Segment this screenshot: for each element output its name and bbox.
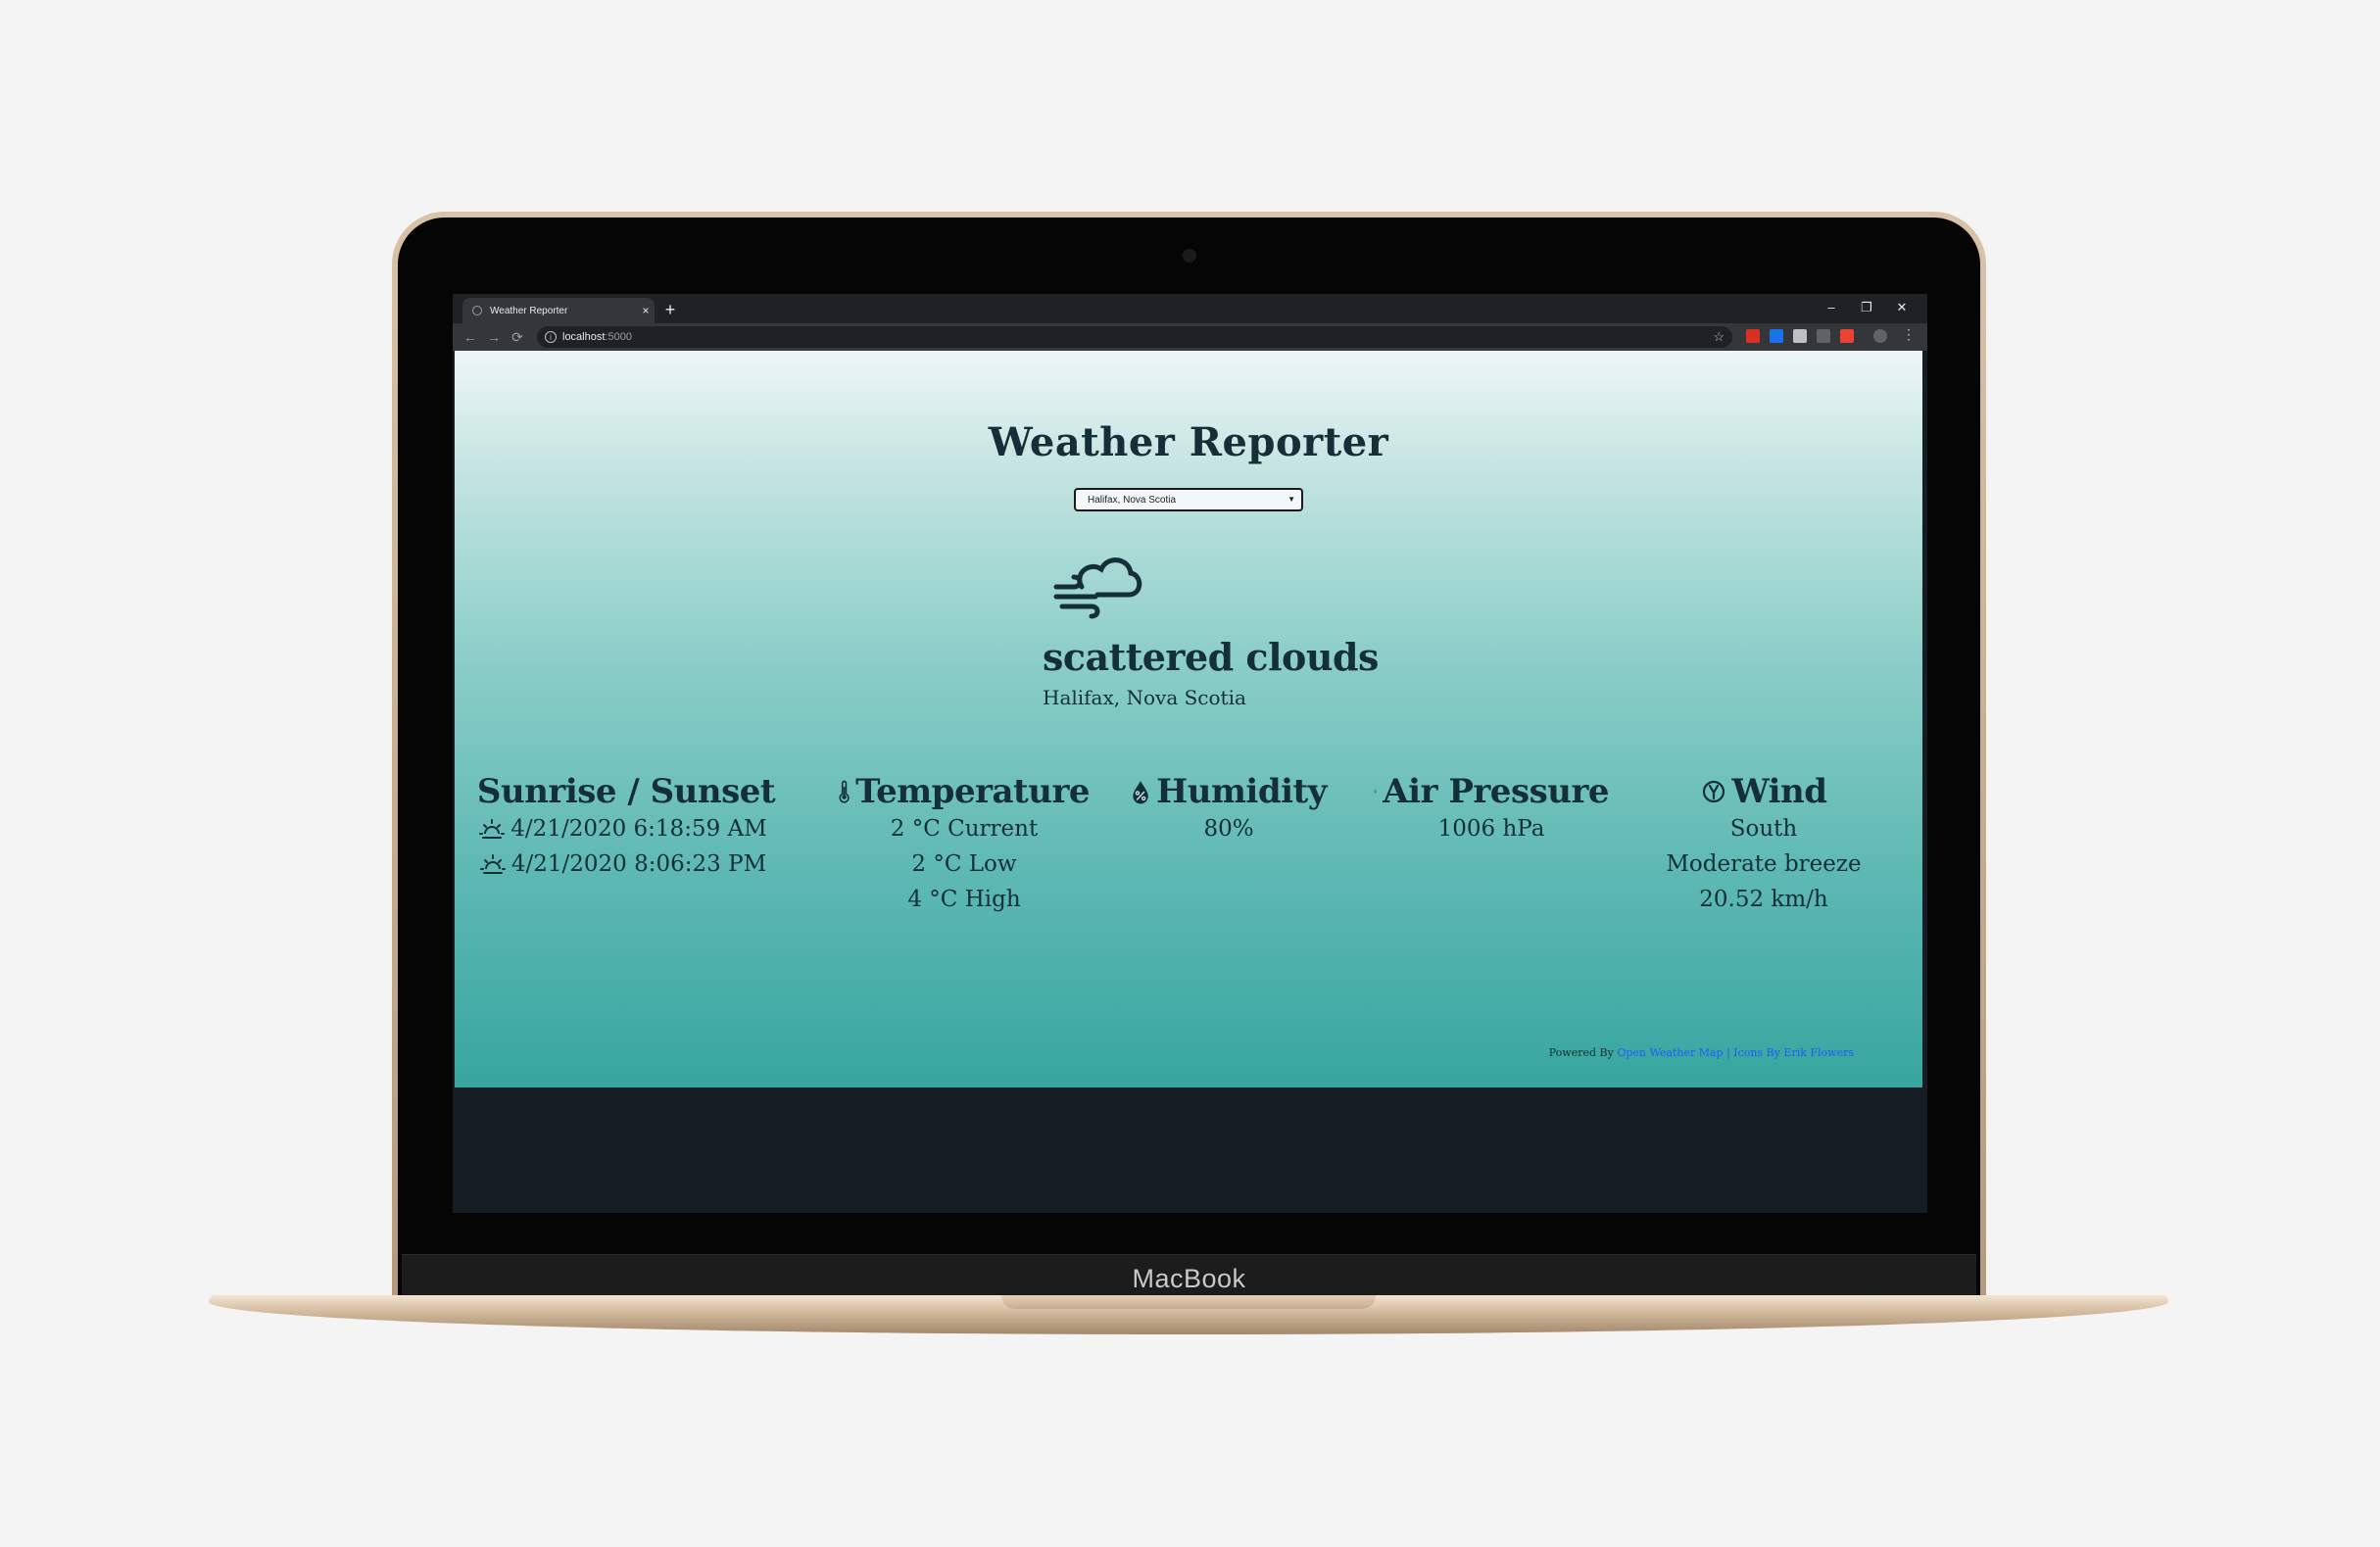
bookmark-star-icon[interactable]: ☆ — [1713, 329, 1724, 345]
minimize-button[interactable]: – — [1814, 298, 1849, 317]
humidity-stat: Humidity 80% — [1131, 772, 1327, 846]
browser-menu-icon[interactable]: ⋮ — [1902, 326, 1916, 343]
temp-high: 4 °C High — [907, 887, 1021, 912]
wind-direction-icon — [1702, 780, 1724, 803]
tab-close-icon[interactable]: × — [637, 304, 655, 317]
url-host: localhost — [562, 331, 606, 343]
chevron-down-icon: ▼ — [1287, 495, 1295, 504]
wind-speed: 20.52 km/h — [1699, 887, 1828, 912]
stat-heading: Humidity — [1131, 772, 1327, 811]
stat-heading: Air Pressure — [1374, 772, 1609, 811]
temp-current: 2 °C Current — [890, 816, 1039, 842]
laptop-notch — [1001, 1295, 1376, 1309]
url-port: :5000 — [605, 331, 632, 343]
new-tab-button[interactable]: + — [658, 298, 682, 321]
city-select[interactable]: Halifax, Nova Scotia ▼ — [1074, 488, 1303, 511]
temperature-stat: Temperature 2 °C Current 2 °C Low 4 °C H… — [839, 772, 1090, 917]
webcam — [1183, 249, 1196, 263]
sunset-time: 4/21/2020 8:06:23 PM — [510, 851, 767, 877]
forward-icon[interactable]: → — [484, 327, 504, 347]
humidity-drop-icon — [1133, 781, 1148, 804]
back-icon[interactable]: ← — [461, 327, 480, 347]
restore-button[interactable]: ❐ — [1849, 298, 1884, 317]
wind-stat: Wind South Moderate breeze 20.52 km/h — [1656, 772, 1871, 917]
open-weather-map-link[interactable]: Open Weather Map — [1617, 1046, 1723, 1059]
weather-page: Weather Reporter Halifax, Nova Scotia ▼ … — [455, 351, 1922, 1088]
screen: Weather Reporter × + – ❐ ✕ ← → ⟳ i local… — [453, 294, 1927, 1213]
temperature-heading: Temperature — [855, 772, 1090, 811]
air-pressure-heading: Air Pressure — [1383, 772, 1609, 811]
sunrise-sunset-stat: Sunrise / Sunset 4/21/2020 6:18:59 AM 4/… — [476, 772, 776, 882]
thermometer-icon — [839, 780, 850, 803]
stat-heading: Temperature — [839, 772, 1090, 811]
footer-separator: | — [1723, 1046, 1734, 1059]
wind-heading: Wind — [1731, 772, 1828, 811]
stat-heading: Wind — [1656, 772, 1871, 811]
info-icon[interactable]: i — [545, 331, 557, 343]
air-pressure-stat: Air Pressure 1006 hPa — [1374, 772, 1609, 846]
barometer-icon — [1374, 790, 1377, 794]
humidity-heading: Humidity — [1156, 772, 1327, 811]
brand-label: MacBook — [1132, 1263, 1246, 1293]
window-controls: – ❐ ✕ — [1814, 298, 1919, 317]
powered-by-label: Powered By — [1548, 1046, 1614, 1059]
wind-description: Moderate breeze — [1666, 851, 1862, 877]
sunrise-icon — [479, 819, 506, 839]
stat-heading: Sunrise / Sunset — [476, 772, 776, 811]
temp-low: 2 °C Low — [911, 851, 1017, 877]
air-pressure-value: 1006 hPa — [1437, 816, 1545, 842]
cloud-wind-icon — [1053, 557, 1142, 619]
icons-credit-link[interactable]: Icons By Erik Flowers — [1733, 1046, 1854, 1059]
sunrise-time: 4/21/2020 6:18:59 AM — [510, 816, 767, 842]
extension-icon[interactable] — [1770, 329, 1783, 343]
footer-credits: Powered By Open Weather Map | Icons By E… — [1549, 1046, 1854, 1059]
address-bar[interactable]: i localhost :5000 ☆ — [537, 326, 1732, 348]
sunrise-sunset-heading: Sunrise / Sunset — [476, 772, 776, 811]
close-window-button[interactable]: ✕ — [1884, 298, 1919, 317]
extension-icon[interactable] — [1817, 329, 1830, 343]
humidity-value: 80% — [1203, 816, 1254, 842]
weather-description: scattered clouds — [1043, 635, 1379, 679]
globe-icon — [472, 306, 482, 315]
sunrise-line: 4/21/2020 6:18:59 AM — [476, 811, 770, 846]
weather-stats: Sunrise / Sunset 4/21/2020 6:18:59 AM 4/… — [455, 772, 1922, 968]
city-select-value: Halifax, Nova Scotia — [1088, 494, 1177, 506]
extension-icon[interactable] — [1840, 329, 1854, 343]
profile-avatar-icon[interactable] — [1873, 329, 1887, 343]
browser-toolbar: ← → ⟳ i localhost :5000 ☆ ⋮ — [453, 323, 1927, 351]
sunset-icon — [479, 854, 506, 874]
sunset-line: 4/21/2020 8:06:23 PM — [476, 846, 770, 882]
page-title: Weather Reporter — [988, 419, 1389, 465]
browser-tabbar: Weather Reporter × + – ❐ ✕ — [453, 294, 1927, 323]
extension-icon[interactable] — [1793, 329, 1807, 343]
wind-direction: South — [1729, 816, 1798, 842]
reload-icon[interactable]: ⟳ — [508, 327, 527, 347]
location-label: Halifax, Nova Scotia — [1043, 686, 1246, 709]
extension-icon[interactable] — [1746, 329, 1760, 343]
browser-tab[interactable]: Weather Reporter × — [462, 298, 655, 323]
tab-title: Weather Reporter — [490, 305, 568, 316]
